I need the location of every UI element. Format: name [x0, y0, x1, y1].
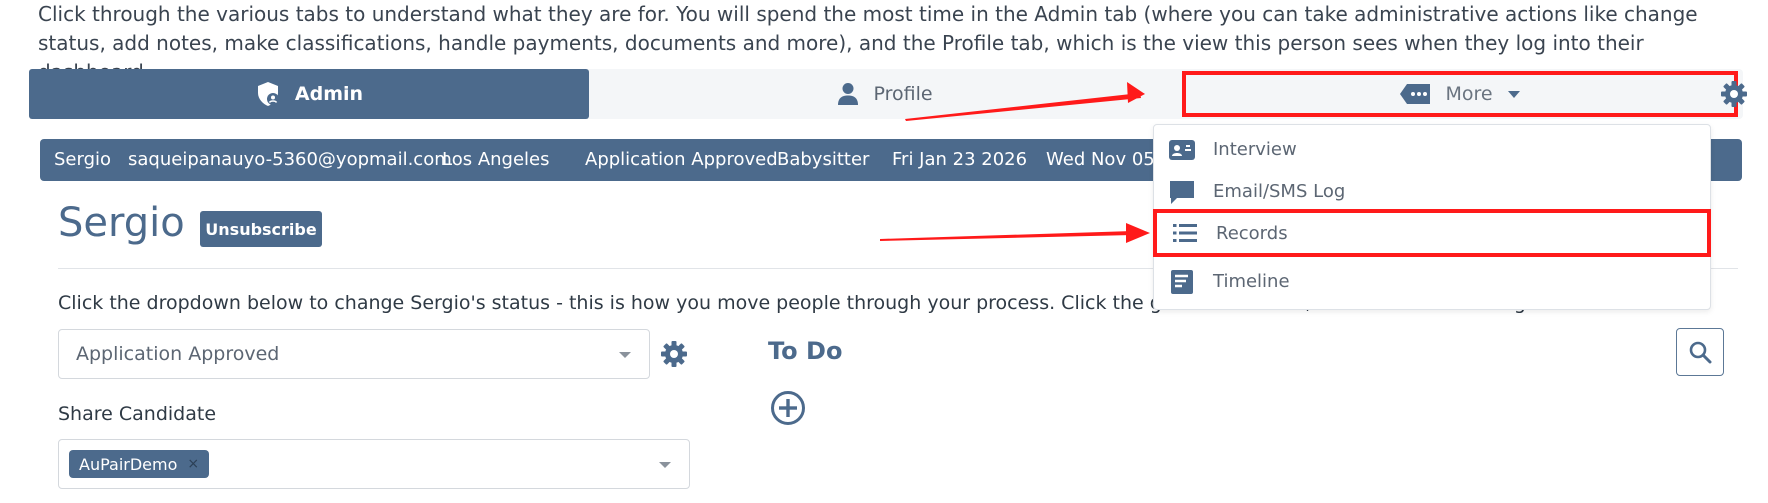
- info-email: saqueipanauyo-5360@yopmail.com: [128, 149, 452, 170]
- contact-card-icon: [1169, 140, 1195, 160]
- gear-icon[interactable]: [1720, 80, 1748, 108]
- chevron-down-icon: [619, 352, 631, 358]
- page-title: Sergio: [58, 200, 185, 246]
- status-settings-gear-icon[interactable]: [660, 340, 688, 368]
- tab-profile[interactable]: Profile: [593, 69, 1177, 119]
- menu-item-email-sms-log[interactable]: Email/SMS Log: [1154, 171, 1712, 213]
- chevron-down-icon: [659, 462, 671, 468]
- info-name: Sergio: [54, 149, 112, 170]
- menu-item-interview[interactable]: Interview: [1154, 129, 1712, 171]
- status-dropdown[interactable]: Application Approved: [58, 329, 650, 379]
- status-dropdown-value: Application Approved: [76, 343, 280, 365]
- share-candidate-select[interactable]: AuPairDemo ×: [58, 439, 690, 489]
- tab-admin-label: Admin: [294, 83, 364, 105]
- tab-bar: Admin Profile More: [29, 69, 1743, 119]
- info-role: Babysitter: [777, 149, 870, 170]
- document-lines-icon: [1171, 270, 1193, 294]
- caret-down-icon: [1507, 91, 1520, 98]
- share-chip[interactable]: AuPairDemo ×: [69, 450, 210, 478]
- menu-item-label: Interview: [1213, 139, 1297, 160]
- more-menu: Interview Email/SMS Log Records Timeline: [1153, 124, 1711, 310]
- info-city: Los Angeles: [442, 149, 550, 170]
- menu-item-label: Timeline: [1213, 271, 1290, 292]
- menu-item-records[interactable]: Records: [1153, 209, 1711, 257]
- unsubscribe-button[interactable]: Unsubscribe: [200, 211, 322, 247]
- list-icon: [1173, 224, 1197, 242]
- person-icon: [838, 83, 859, 105]
- info-status: Application Approved: [585, 149, 778, 170]
- shield-user-icon: [257, 82, 279, 106]
- menu-item-timeline[interactable]: Timeline: [1154, 261, 1712, 303]
- menu-item-label: Email/SMS Log: [1213, 181, 1346, 202]
- tab-admin[interactable]: Admin: [29, 69, 589, 119]
- menu-item-label: Records: [1216, 223, 1288, 244]
- chat-bubble-icon: [1170, 181, 1194, 204]
- search-icon: [1689, 341, 1712, 364]
- share-chip-label: AuPairDemo: [79, 454, 178, 474]
- info-date-1: Fri Jan 23 2026: [892, 149, 1028, 170]
- search-button[interactable]: [1676, 328, 1724, 376]
- tab-more-label: More: [1445, 83, 1493, 105]
- ellipsis-tag-icon: [1400, 84, 1431, 104]
- tab-profile-label: Profile: [873, 83, 933, 105]
- arrow-to-records: [880, 223, 1150, 243]
- tab-more[interactable]: More: [1182, 71, 1738, 117]
- share-candidate-label: Share Candidate: [58, 403, 217, 425]
- todo-title: To Do: [768, 337, 843, 365]
- add-circle-icon[interactable]: [770, 390, 806, 426]
- chip-remove-icon[interactable]: ×: [187, 456, 199, 472]
